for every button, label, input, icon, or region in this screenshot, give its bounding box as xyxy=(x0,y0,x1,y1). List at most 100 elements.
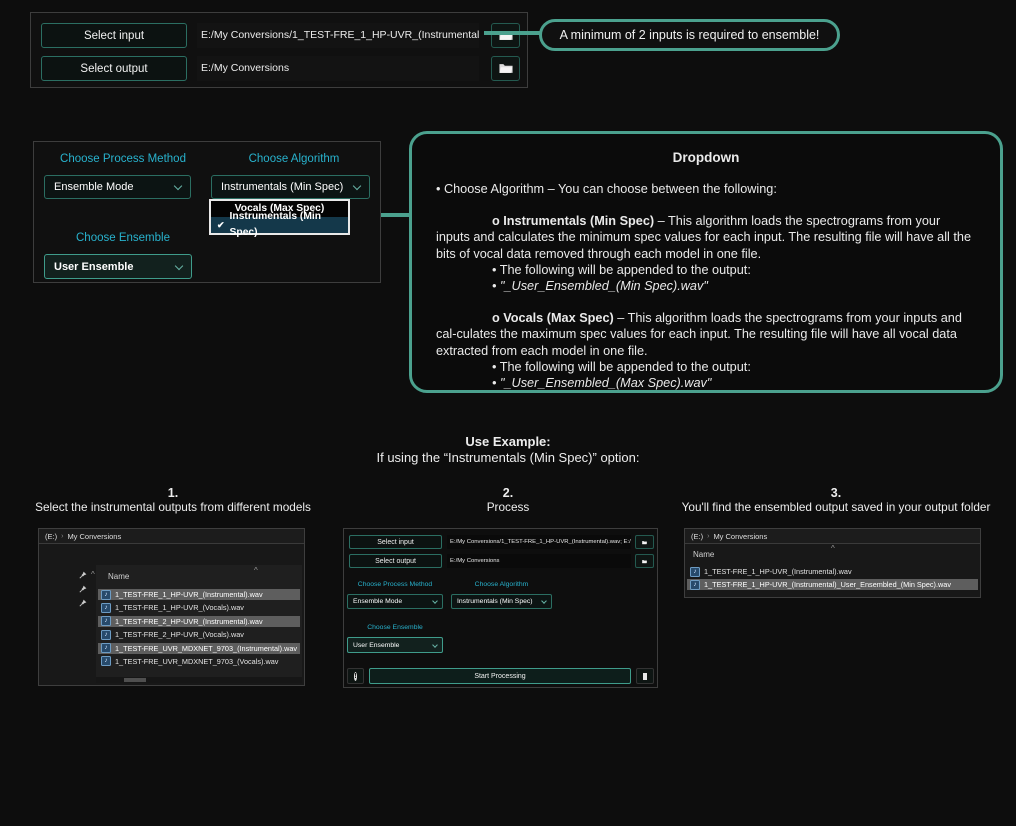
name-column-header[interactable]: Name xyxy=(693,550,714,559)
explorer-output-window: (E:) › My Conversions ^ Name ♪ 1_TEST-FR… xyxy=(684,528,981,598)
ensemble-value: User Ensemble xyxy=(353,642,399,649)
breadcrumb-drive[interactable]: (E:) xyxy=(691,532,703,541)
file-row[interactable]: ♪ 1_TEST-FRE_1_HP-UVR_(Instrumental).wav xyxy=(98,589,300,600)
doc-section-vocals: o Vocals (Max Spec) – This algorithm loa… xyxy=(436,310,976,359)
doc-section-instrumentals: o Instrumentals (Min Spec) – This algori… xyxy=(436,213,976,262)
process-method-label: Choose Process Method xyxy=(347,581,443,588)
quick-access-item[interactable]: ^ xyxy=(79,570,95,579)
algorithm-dropdown-menu: Vocals (Max Spec) ✔ Instrumentals (Min S… xyxy=(209,199,350,235)
breadcrumb-drive[interactable]: (E:) xyxy=(45,532,57,541)
name-column-header[interactable]: Name xyxy=(108,572,129,581)
file-row[interactable]: ♪ 1_TEST-FRE_UVR_MDXNET_9703_(Vocals).wa… xyxy=(98,656,300,667)
uvr-app-window: Select input E:/My Conversions/1_TEST-FR… xyxy=(343,528,658,688)
process-method-value: Ensemble Mode xyxy=(353,598,402,605)
input-path-field[interactable]: E:/My Conversions/1_TEST-FRE_1_HP-UVR_(I… xyxy=(447,535,631,549)
output-path-field[interactable]: E:/My Conversions xyxy=(447,554,631,568)
breadcrumb[interactable]: (E:) › My Conversions xyxy=(39,529,304,544)
ensemble-dropdown[interactable]: User Ensemble xyxy=(44,254,192,279)
file-name: 1_TEST-FRE_1_HP-UVR_(Vocals).wav xyxy=(115,603,244,612)
file-row[interactable]: ♪ 1_TEST-FRE_1_HP-UVR_(Instrumental)_Use… xyxy=(687,579,978,590)
step-number: 2. xyxy=(420,486,596,500)
algorithm-value: Instrumentals (Min Spec) xyxy=(457,598,533,605)
file-name: 1_TEST-FRE_UVR_MDXNET_9703_(Vocals).wav xyxy=(115,657,278,666)
audio-file-icon: ♪ xyxy=(101,630,111,640)
file-name: 1_TEST-FRE_1_HP-UVR_(Instrumental)_User_… xyxy=(704,580,951,589)
algorithm-dropdown[interactable]: Instrumentals (Min Spec) xyxy=(451,594,552,609)
file-row[interactable]: ♪ 1_TEST-FRE_2_HP-UVR_(Instrumental).wav xyxy=(98,616,300,627)
horizontal-scrollbar[interactable] xyxy=(96,677,302,683)
file-name: 1_TEST-FRE_2_HP-UVR_(Instrumental).wav xyxy=(115,617,263,626)
tutorial-canvas: Select input E:/My Conversions/1_TEST-FR… xyxy=(0,0,1016,826)
ensemble-value: User Ensemble xyxy=(54,261,133,273)
use-example-subtitle: If using the “Instrumentals (Min Spec)” … xyxy=(258,450,758,465)
algorithm-label: Choose Algorithm xyxy=(214,153,374,165)
algorithm-dropdown[interactable]: Instrumentals (Min Spec) xyxy=(211,175,370,199)
file-row[interactable]: ♪ 1_TEST-FRE_1_HP-UVR_(Vocals).wav xyxy=(98,602,300,613)
select-output-button[interactable]: Select output xyxy=(41,56,187,81)
file-row[interactable]: ♪ 1_TEST-FRE_2_HP-UVR_(Vocals).wav xyxy=(98,629,300,640)
doc-intro: • Choose Algorithm – You can choose betw… xyxy=(436,181,976,197)
browse-input-button[interactable] xyxy=(635,535,654,549)
step-1-heading: 1. Select the instrumental outputs from … xyxy=(5,486,341,514)
file-name: 1_TEST-FRE_1_HP-UVR_(Instrumental).wav xyxy=(704,567,852,576)
sort-caret-icon[interactable]: ^ xyxy=(254,566,258,575)
select-output-button[interactable]: Select output xyxy=(349,554,442,568)
dropdown-doc-box: Dropdown • Choose Algorithm – You can ch… xyxy=(409,131,1003,393)
breadcrumb[interactable]: (E:) › My Conversions xyxy=(685,529,980,544)
audio-file-icon: ♪ xyxy=(690,580,700,590)
info-icon: ! xyxy=(354,672,357,681)
collapse-caret-icon[interactable]: ^ xyxy=(91,570,95,579)
breadcrumb-folder[interactable]: My Conversions xyxy=(67,532,121,541)
explorer-inputs-window: (E:) › My Conversions ^ Name ^ ♪ 1_TEST-… xyxy=(38,528,305,686)
file-row[interactable]: ♪ 1_TEST-FRE_UVR_MDXNET_9703_(Instrument… xyxy=(98,643,300,654)
process-method-dropdown[interactable]: Ensemble Mode xyxy=(347,594,443,609)
sort-caret-icon[interactable]: ^ xyxy=(831,544,835,553)
algorithm-value: Instrumentals (Min Spec) xyxy=(221,181,343,193)
doc-title: Dropdown xyxy=(436,150,976,166)
chevron-down-icon xyxy=(432,598,438,604)
output-path-field[interactable]: E:/My Conversions xyxy=(197,56,479,81)
info-button[interactable]: ! xyxy=(347,668,364,684)
pin-icon xyxy=(79,571,87,579)
file-row[interactable]: ♪ 1_TEST-FRE_1_HP-UVR_(Instrumental).wav xyxy=(687,566,978,577)
doc-append-note: • The following will be appended to the … xyxy=(436,262,976,278)
menu-item-instrumentals-min-spec[interactable]: ✔ Instrumentals (Min Spec) xyxy=(211,217,348,233)
folder-icon xyxy=(642,539,647,546)
audio-file-icon: ♪ xyxy=(101,643,111,653)
ensemble-options-panel: Choose Process Method Choose Algorithm E… xyxy=(33,141,381,283)
input-path-field[interactable]: E:/My Conversions/1_TEST-FRE_1_HP-UVR_(I… xyxy=(197,23,479,48)
audio-file-icon: ♪ xyxy=(101,656,111,666)
menu-item-label: Instrumentals (Min Spec) xyxy=(230,209,342,241)
ensemble-dropdown[interactable]: User Ensemble xyxy=(347,637,443,653)
chevron-down-icon xyxy=(174,182,182,190)
process-method-dropdown[interactable]: Ensemble Mode xyxy=(44,175,191,199)
stop-button[interactable] xyxy=(636,668,654,684)
audio-file-icon: ♪ xyxy=(101,603,111,613)
use-example-block: Use Example: If using the “Instrumentals… xyxy=(258,434,758,465)
select-input-button[interactable]: Select input xyxy=(349,535,442,549)
file-list: ♪ 1_TEST-FRE_1_HP-UVR_(Instrumental).wav… xyxy=(687,566,978,593)
chevron-down-icon xyxy=(541,598,547,604)
browse-input-button[interactable] xyxy=(491,23,520,48)
breadcrumb-folder[interactable]: My Conversions xyxy=(713,532,767,541)
quick-access-item[interactable] xyxy=(79,585,87,593)
callout-connector-line xyxy=(484,31,540,35)
quick-access-item[interactable] xyxy=(79,599,87,607)
file-list-pane: Name ^ ♪ 1_TEST-FRE_1_HP-UVR_(Instrument… xyxy=(96,565,302,677)
step-number: 1. xyxy=(5,486,341,500)
chevron-down-icon xyxy=(175,261,183,269)
browse-output-button[interactable] xyxy=(491,56,520,81)
start-processing-button[interactable]: Start Processing xyxy=(369,668,631,684)
step-2-heading: 2. Process xyxy=(420,486,596,514)
chevron-down-icon xyxy=(432,642,438,648)
browse-output-button[interactable] xyxy=(635,554,654,568)
step-caption: You'll find the ensembled output saved i… xyxy=(656,500,1016,514)
chevron-down-icon xyxy=(353,182,361,190)
doc-append-value: • "_User_Ensembled_(Min Spec).wav" xyxy=(436,278,976,294)
docbox-connector-line xyxy=(381,213,410,217)
pin-icon xyxy=(79,585,87,593)
audio-file-icon: ♪ xyxy=(690,567,700,577)
select-input-button[interactable]: Select input xyxy=(41,23,187,48)
scrollbar-thumb[interactable] xyxy=(124,678,146,682)
check-icon: ✔ xyxy=(217,217,225,233)
